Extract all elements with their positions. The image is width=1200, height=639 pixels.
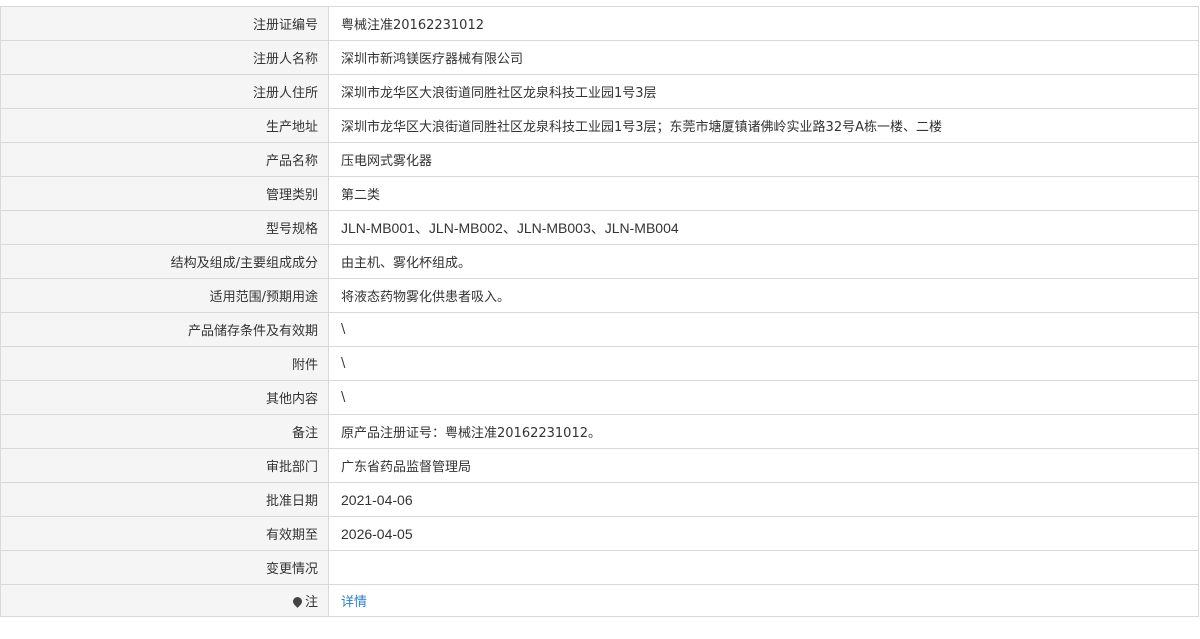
registration-detail-table: 注册证编号 粤械注准20162231012 注册人名称 深圳市新鸿镁医疗器械有限…: [0, 6, 1199, 617]
table-row: 其他内容 \: [0, 380, 1199, 415]
field-label: 其他内容: [0, 380, 329, 415]
table-row: 注册人住所 深圳市龙华区大浪街道同胜社区龙泉科技工业园1号3层: [0, 74, 1199, 109]
field-label: 结构及组成/主要组成成分: [0, 244, 329, 279]
field-value: 原产品注册证号：粤械注准20162231012。: [328, 414, 1199, 449]
field-label: 管理类别: [0, 176, 329, 211]
field-label: 变更情况: [0, 550, 329, 585]
table-row: 变更情况: [0, 550, 1199, 585]
location-pin-icon: [291, 595, 304, 608]
table-row: 审批部门 广东省药品监督管理局: [0, 448, 1199, 483]
field-label: 附件: [0, 346, 329, 381]
field-label: 产品名称: [0, 142, 329, 177]
field-value: \: [328, 312, 1199, 347]
field-value: 将液态药物雾化供患者吸入。: [328, 278, 1199, 313]
field-value: 粤械注准20162231012: [328, 6, 1199, 41]
table-row: 产品名称 压电网式雾化器: [0, 142, 1199, 177]
table-row: 注册人名称 深圳市新鸿镁医疗器械有限公司: [0, 40, 1199, 75]
field-value: 广东省药品监督管理局: [328, 448, 1199, 483]
table-row: 适用范围/预期用途 将液态药物雾化供患者吸入。: [0, 278, 1199, 313]
field-value: 2026-04-05: [328, 516, 1199, 551]
field-label: 型号规格: [0, 210, 329, 245]
field-label: 适用范围/预期用途: [0, 278, 329, 313]
field-label: 有效期至: [0, 516, 329, 551]
table-row: 备注 原产品注册证号：粤械注准20162231012。: [0, 414, 1199, 449]
note-value-cell: 详情: [328, 584, 1199, 617]
field-value: JLN-MB001、JLN-MB002、JLN-MB003、JLN-MB004: [328, 210, 1199, 245]
note-label-cell: 注: [0, 584, 329, 617]
field-value: 由主机、雾化杯组成。: [328, 244, 1199, 279]
field-value: \: [328, 380, 1199, 415]
table-row: 有效期至 2026-04-05: [0, 516, 1199, 551]
field-value: 深圳市龙华区大浪街道同胜社区龙泉科技工业园1号3层: [328, 74, 1199, 109]
field-value: [328, 550, 1199, 585]
field-value: 压电网式雾化器: [328, 142, 1199, 177]
field-value: 深圳市新鸿镁医疗器械有限公司: [328, 40, 1199, 75]
field-value: 深圳市龙华区大浪街道同胜社区龙泉科技工业园1号3层；东莞市塘厦镇诸佛岭实业路32…: [328, 108, 1199, 143]
field-label: 注册人名称: [0, 40, 329, 75]
field-label: 产品储存条件及有效期: [0, 312, 329, 347]
field-label: 批准日期: [0, 482, 329, 517]
field-value: \: [328, 346, 1199, 381]
table-row: 产品储存条件及有效期 \: [0, 312, 1199, 347]
field-label: 注册人住所: [0, 74, 329, 109]
field-label: 审批部门: [0, 448, 329, 483]
field-label: 备注: [0, 414, 329, 449]
note-label: 注: [304, 595, 318, 610]
table-row: 注册证编号 粤械注准20162231012: [0, 6, 1199, 41]
details-link[interactable]: 详情: [341, 595, 367, 610]
table-row: 型号规格 JLN-MB001、JLN-MB002、JLN-MB003、JLN-M…: [0, 210, 1199, 245]
field-label: 注册证编号: [0, 6, 329, 41]
table-row: 批准日期 2021-04-06: [0, 482, 1199, 517]
field-value: 2021-04-06: [328, 482, 1199, 517]
table-row: 结构及组成/主要组成成分 由主机、雾化杯组成。: [0, 244, 1199, 279]
note-row: 注 详情: [0, 584, 1199, 617]
table-row: 附件 \: [0, 346, 1199, 381]
table-row: 管理类别 第二类: [0, 176, 1199, 211]
field-value: 第二类: [328, 176, 1199, 211]
table-row: 生产地址 深圳市龙华区大浪街道同胜社区龙泉科技工业园1号3层；东莞市塘厦镇诸佛岭…: [0, 108, 1199, 143]
field-label: 生产地址: [0, 108, 329, 143]
